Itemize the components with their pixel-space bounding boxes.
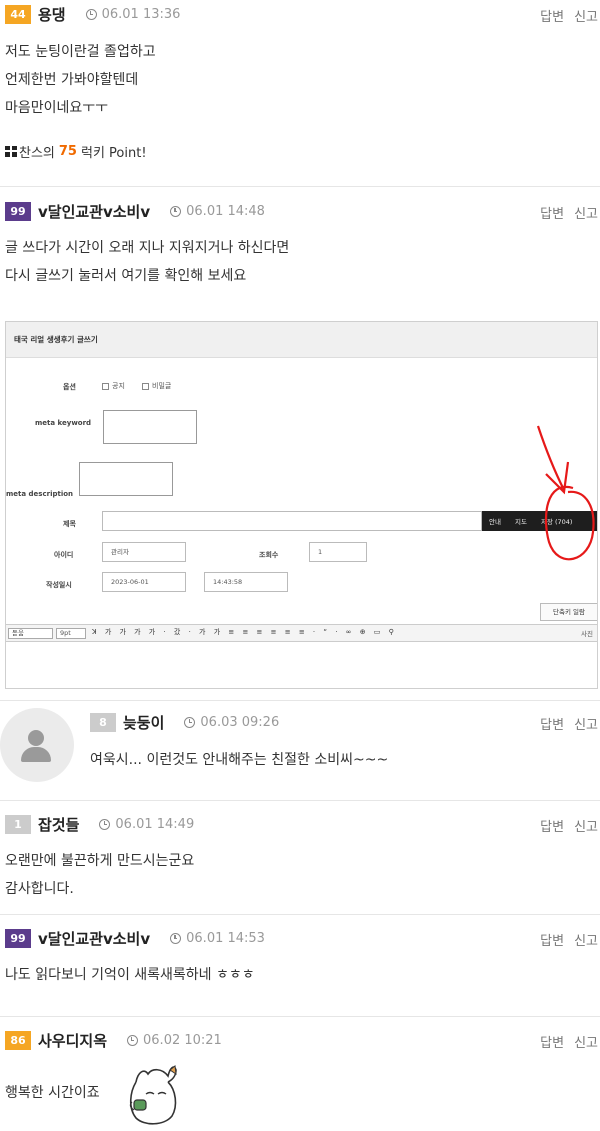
attached-screenshot[interactable]: 태국 리얼 생생후기 글쓰기 옵션 공지 비밀글 meta keyword me… xyxy=(5,321,598,689)
reply-button[interactable]: 답변 xyxy=(540,6,564,25)
nickname[interactable]: v달인교관v소비v xyxy=(38,201,150,222)
level-badge: 99 xyxy=(5,928,31,948)
reply-button[interactable]: 답변 xyxy=(540,930,564,949)
comment-header: 86 사우디지옥 06.02 10:21 xyxy=(5,1030,222,1050)
comment-header: 99 v달인교관v소비v 06.01 14:53 xyxy=(5,928,265,948)
clock-icon xyxy=(85,8,97,20)
comment-body: 행복한 시간이죠 xyxy=(5,1079,100,1107)
level-badge: 1 xyxy=(5,814,31,834)
divider xyxy=(0,1016,600,1017)
report-button[interactable]: 신고 xyxy=(574,714,598,733)
timestamp: 06.01 14:49 xyxy=(99,817,194,832)
comment-line: 오랜만에 불끈하게 만드시는군요 xyxy=(5,853,195,869)
comment-actions: 답변 신고 xyxy=(540,1032,598,1051)
divider xyxy=(0,186,600,187)
comment-actions: 답변 신고 xyxy=(540,714,598,733)
comment-actions: 답변 신고 xyxy=(540,930,598,949)
red-annotation xyxy=(536,425,595,561)
comment-body: 저도 눈팅이란걸 졸업하고 언제한번 가봐야할텐데 마음만이네요ㅜㅜ xyxy=(5,38,156,122)
timestamp: 06.03 09:26 xyxy=(184,715,279,730)
timestamp-text: 06.01 14:48 xyxy=(186,203,265,219)
comment-actions: 답변 신고 xyxy=(540,6,598,25)
comment-line: 여욱시... 이런것도 안내해주는 친절한 소비씨~~~ xyxy=(90,752,389,768)
clock-icon xyxy=(170,205,182,217)
comment-line: 행복한 시간이죠 xyxy=(5,1085,100,1101)
comment-line: 다시 글쓰기 눌러서 여기를 확인해 보세요 xyxy=(5,268,247,284)
comment-line: 글 쓰다가 시간이 오래 지나 지워지거나 하신다면 xyxy=(5,240,290,256)
timestamp-text: 06.02 10:21 xyxy=(143,1032,222,1048)
comment-actions: 답변 신고 xyxy=(540,203,598,222)
comment-line: 나도 읽다보니 기억이 새록새록하네 ㅎㅎㅎ xyxy=(5,967,255,983)
comment-line: 언제한번 가봐야할텐데 xyxy=(5,72,139,88)
clock-icon xyxy=(184,716,196,728)
reply-button[interactable]: 답변 xyxy=(540,1032,564,1051)
comment-line: 저도 눈팅이란걸 졸업하고 xyxy=(5,44,156,60)
avatar[interactable] xyxy=(0,708,74,782)
timestamp-text: 06.01 14:53 xyxy=(186,930,265,946)
divider xyxy=(0,800,600,801)
comment-actions: 답변 신고 xyxy=(540,816,598,835)
gift-icon xyxy=(5,146,17,157)
reply-button[interactable]: 답변 xyxy=(540,203,564,222)
report-button[interactable]: 신고 xyxy=(574,1032,598,1051)
comment-body: 여욱시... 이런것도 안내해주는 친절한 소비씨~~~ xyxy=(90,746,388,774)
comment-body: 오랜만에 불끈하게 만드시는군요 감사합니다. xyxy=(5,847,194,903)
lucky-suffix: 럭키 Point! xyxy=(80,146,147,161)
divider xyxy=(0,914,600,915)
timestamp-text: 06.01 13:36 xyxy=(101,6,181,22)
level-badge: 8 xyxy=(90,712,116,732)
level-badge: 86 xyxy=(5,1030,31,1050)
comment-line: 감사합니다. xyxy=(5,881,74,897)
level-badge: 44 xyxy=(5,4,31,24)
comment-body: 나도 읽다보니 기억이 새록새록하네 ㅎㅎㅎ xyxy=(5,961,255,989)
timestamp-text: 06.01 14:49 xyxy=(115,816,195,832)
nickname[interactable]: 사우디지옥 xyxy=(38,1030,107,1051)
report-button[interactable]: 신고 xyxy=(574,203,598,222)
nickname[interactable]: v달인교관v소비v xyxy=(38,928,150,949)
timestamp: 06.01 13:36 xyxy=(85,6,181,22)
comment-body: 글 쓰다가 시간이 오래 지나 지워지거나 하신다면 다시 글쓰기 눌러서 여기… xyxy=(5,234,289,290)
comment-line: 마음만이네요ㅜㅜ xyxy=(5,100,109,116)
timestamp: 06.01 14:53 xyxy=(170,931,265,946)
emoticon-sticker xyxy=(129,1065,177,1125)
clock-icon xyxy=(170,932,182,944)
divider xyxy=(0,700,600,701)
nickname[interactable]: 늦둥이 xyxy=(123,712,164,733)
nickname[interactable]: 잡것들 xyxy=(38,814,79,835)
nickname[interactable]: 용댕 xyxy=(38,4,66,25)
lucky-number: 75 xyxy=(58,144,77,159)
clock-icon xyxy=(99,818,111,830)
reply-button[interactable]: 답변 xyxy=(540,714,564,733)
timestamp: 06.01 14:48 xyxy=(170,204,265,219)
comment-header: 44 용댕 06.01 13:36 xyxy=(5,4,180,24)
report-button[interactable]: 신고 xyxy=(574,6,598,25)
lucky-prefix: 찬스의 xyxy=(19,146,55,161)
report-button[interactable]: 신고 xyxy=(574,930,598,949)
timestamp-text: 06.03 09:26 xyxy=(200,714,280,730)
timestamp: 06.02 10:21 xyxy=(127,1033,222,1048)
reply-button[interactable]: 답변 xyxy=(540,816,564,835)
report-button[interactable]: 신고 xyxy=(574,816,598,835)
comment-header: 8 늦둥이 06.03 09:26 xyxy=(90,712,279,732)
clock-icon xyxy=(127,1034,139,1046)
comment-header: 1 잡것들 06.01 14:49 xyxy=(5,814,194,834)
comment-header: 99 v달인교관v소비v 06.01 14:48 xyxy=(5,201,265,221)
level-badge: 99 xyxy=(5,201,31,221)
lucky-point: 찬스의 75 럭키 Point! xyxy=(5,142,147,161)
